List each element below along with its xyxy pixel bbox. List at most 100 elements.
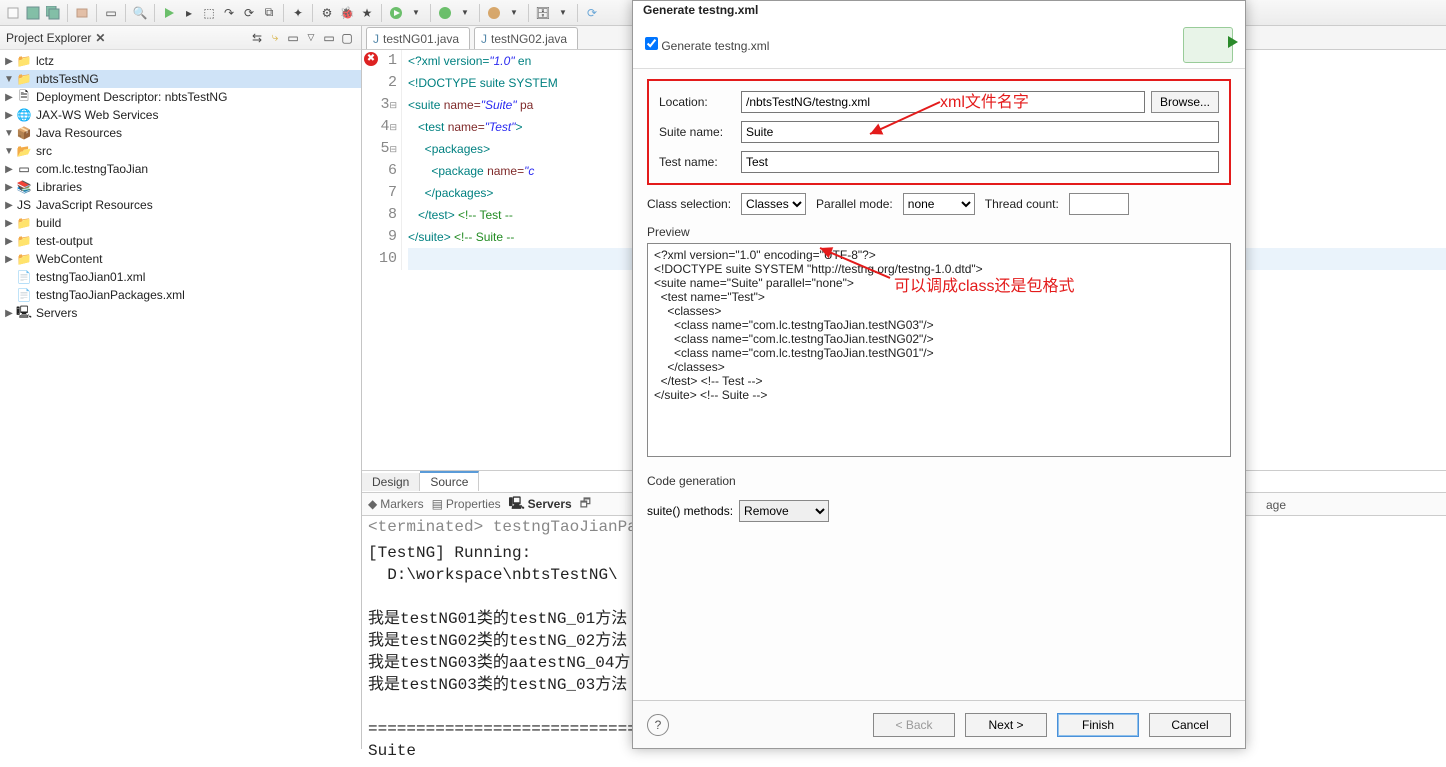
tree-item[interactable]: ▶🖳Servers — [0, 304, 361, 322]
tree-item[interactable]: ▶📁WebContent — [0, 250, 361, 268]
location-label: Location: — [659, 95, 741, 109]
tree-item[interactable]: ▼📂src — [0, 142, 361, 160]
fld-icon: 📁 — [16, 251, 32, 267]
tree-item[interactable]: ▼📦Java Resources — [0, 124, 361, 142]
link-icon[interactable]: ⤷ — [267, 30, 283, 46]
more-view-icon[interactable]: 🗗 — [580, 494, 591, 515]
rec-icon[interactable]: ⧉ — [260, 4, 278, 22]
tree-item[interactable]: ▶📁lctz — [0, 52, 361, 70]
tree-item-label: Libraries — [34, 180, 82, 194]
expand-arrow-icon[interactable]: ▶ — [2, 92, 16, 103]
run-icon[interactable] — [387, 4, 405, 22]
gear-icon[interactable]: ⚙ — [318, 4, 336, 22]
saveall-icon[interactable] — [44, 4, 62, 22]
skip-icon[interactable]: ↷ — [220, 4, 238, 22]
project-tree[interactable]: ▶📁lctz▼📁nbtsTestNG▶🗎Deployment Descripto… — [0, 50, 361, 324]
tree-item-label: WebContent — [34, 252, 103, 266]
play-icon[interactable] — [160, 4, 178, 22]
expand-arrow-icon[interactable]: ▶ — [2, 254, 16, 265]
view-close-icon[interactable]: ✕ — [95, 31, 105, 45]
db-icon[interactable]: 🗄 — [534, 4, 552, 22]
debug-icon[interactable]: ▸ — [180, 4, 198, 22]
next-button[interactable]: Next > — [965, 713, 1047, 737]
finish-button[interactable]: Finish — [1057, 713, 1139, 737]
chevron-down-icon[interactable]: ▼ — [554, 4, 572, 22]
chevron-down-icon[interactable]: ▼ — [456, 4, 474, 22]
expand-arrow-icon[interactable]: ▼ — [2, 128, 16, 139]
code-generation-label: Code generation — [647, 474, 1231, 488]
search-icon[interactable]: 🔍 — [131, 4, 149, 22]
java-file-icon: J — [373, 32, 379, 46]
stop-icon[interactable]: ⬚ — [200, 4, 218, 22]
tree-item[interactable]: ▶📁build — [0, 214, 361, 232]
expand-arrow-icon[interactable]: ▶ — [2, 218, 16, 229]
tree-item[interactable]: ▶▭com.lc.testngTaoJian — [0, 160, 361, 178]
tree-item[interactable]: 📄testngTaoJianPackages.xml — [0, 286, 361, 304]
generate-testng-dialog: Generate testng.xml Generate testng.xml … — [632, 0, 1246, 749]
test-name-label: Test name: — [659, 155, 741, 169]
new-icon[interactable] — [4, 4, 22, 22]
focus-icon[interactable]: ▭ — [285, 30, 301, 46]
thread-count-label: Thread count: — [985, 197, 1059, 211]
package-icon[interactable] — [73, 4, 91, 22]
expand-arrow-icon[interactable]: ▶ — [2, 200, 16, 211]
editor-tab[interactable]: JtestNG02.java — [474, 27, 578, 49]
tree-item[interactable]: ▶📁test-output — [0, 232, 361, 250]
suite-methods-label: suite() methods: — [647, 504, 733, 518]
collapse-icon[interactable]: ⇆ — [249, 30, 265, 46]
generate-checkbox[interactable]: Generate testng.xml — [645, 37, 769, 53]
tree-item-label: JAX-WS Web Services — [34, 108, 158, 122]
help-button[interactable]: ? — [647, 714, 669, 736]
source-tab[interactable]: Source — [420, 471, 479, 491]
tree-item[interactable]: ▶🗎Deployment Descriptor: nbtsTestNG — [0, 88, 361, 106]
tree-item-label: testngTaoJianPackages.xml — [34, 288, 185, 302]
properties-view[interactable]: ▤ Properties — [432, 497, 501, 511]
tree-item-label: src — [34, 144, 52, 158]
ext2-icon[interactable] — [485, 4, 503, 22]
star-icon[interactable]: ★ — [358, 4, 376, 22]
xml-icon: 📄 — [16, 269, 32, 285]
min-icon[interactable]: ▭ — [321, 30, 337, 46]
menu-icon[interactable]: ▽ — [303, 30, 319, 46]
parallel-mode-select[interactable]: none — [903, 193, 975, 215]
bug-icon[interactable]: 🐞 — [338, 4, 356, 22]
markers-view[interactable]: ◆ Markers — [368, 497, 424, 511]
suite-methods-select[interactable]: Remove — [739, 500, 829, 522]
suite-name-input[interactable] — [741, 121, 1219, 143]
project-explorer-title: Project Explorer — [6, 31, 91, 45]
expand-arrow-icon[interactable]: ▶ — [2, 182, 16, 193]
thread-count-input[interactable] — [1069, 193, 1129, 215]
servers-view[interactable]: 🖳 Servers — [509, 494, 572, 515]
box-icon[interactable]: ▭ — [102, 4, 120, 22]
expand-arrow-icon[interactable]: ▶ — [2, 164, 16, 175]
wand-icon[interactable]: ✦ — [289, 4, 307, 22]
chevron-down-icon[interactable]: ▼ — [505, 4, 523, 22]
expand-arrow-icon[interactable]: ▶ — [2, 110, 16, 121]
tree-item[interactable]: ▶📚Libraries — [0, 178, 361, 196]
tree-item[interactable]: ▶JSJavaScript Resources — [0, 196, 361, 214]
tree-item-label: JavaScript Resources — [34, 198, 153, 212]
cancel-button[interactable]: Cancel — [1149, 713, 1231, 737]
expand-arrow-icon[interactable]: ▼ — [2, 146, 16, 157]
expand-arrow-icon[interactable]: ▶ — [2, 56, 16, 67]
server-icon[interactable]: ⟳ — [583, 4, 601, 22]
dialog-footer: ? < Back Next > Finish Cancel — [633, 700, 1245, 748]
expand-arrow-icon[interactable]: ▶ — [2, 236, 16, 247]
editor-tab[interactable]: JtestNG01.java — [366, 27, 470, 49]
max-icon[interactable]: ▢ — [339, 30, 355, 46]
class-selection-select[interactable]: Classes — [741, 193, 806, 215]
expand-arrow-icon[interactable]: ▶ — [2, 308, 16, 319]
tree-item[interactable]: 📄testngTaoJian01.xml — [0, 268, 361, 286]
test-name-input[interactable] — [741, 151, 1219, 173]
browse-button[interactable]: Browse... — [1151, 91, 1219, 113]
tree-item[interactable]: ▼📁nbtsTestNG — [0, 70, 361, 88]
ext-icon[interactable] — [436, 4, 454, 22]
dialog-title: Generate testng.xml — [633, 1, 1245, 21]
save-icon[interactable] — [24, 4, 42, 22]
tree-item[interactable]: ▶🌐JAX-WS Web Services — [0, 106, 361, 124]
error-marker-icon[interactable]: ✖ — [364, 52, 378, 66]
design-tab[interactable]: Design — [362, 473, 420, 491]
chevron-down-icon[interactable]: ▼ — [407, 4, 425, 22]
history-icon[interactable]: ⟳ — [240, 4, 258, 22]
expand-arrow-icon[interactable]: ▼ — [2, 74, 16, 85]
